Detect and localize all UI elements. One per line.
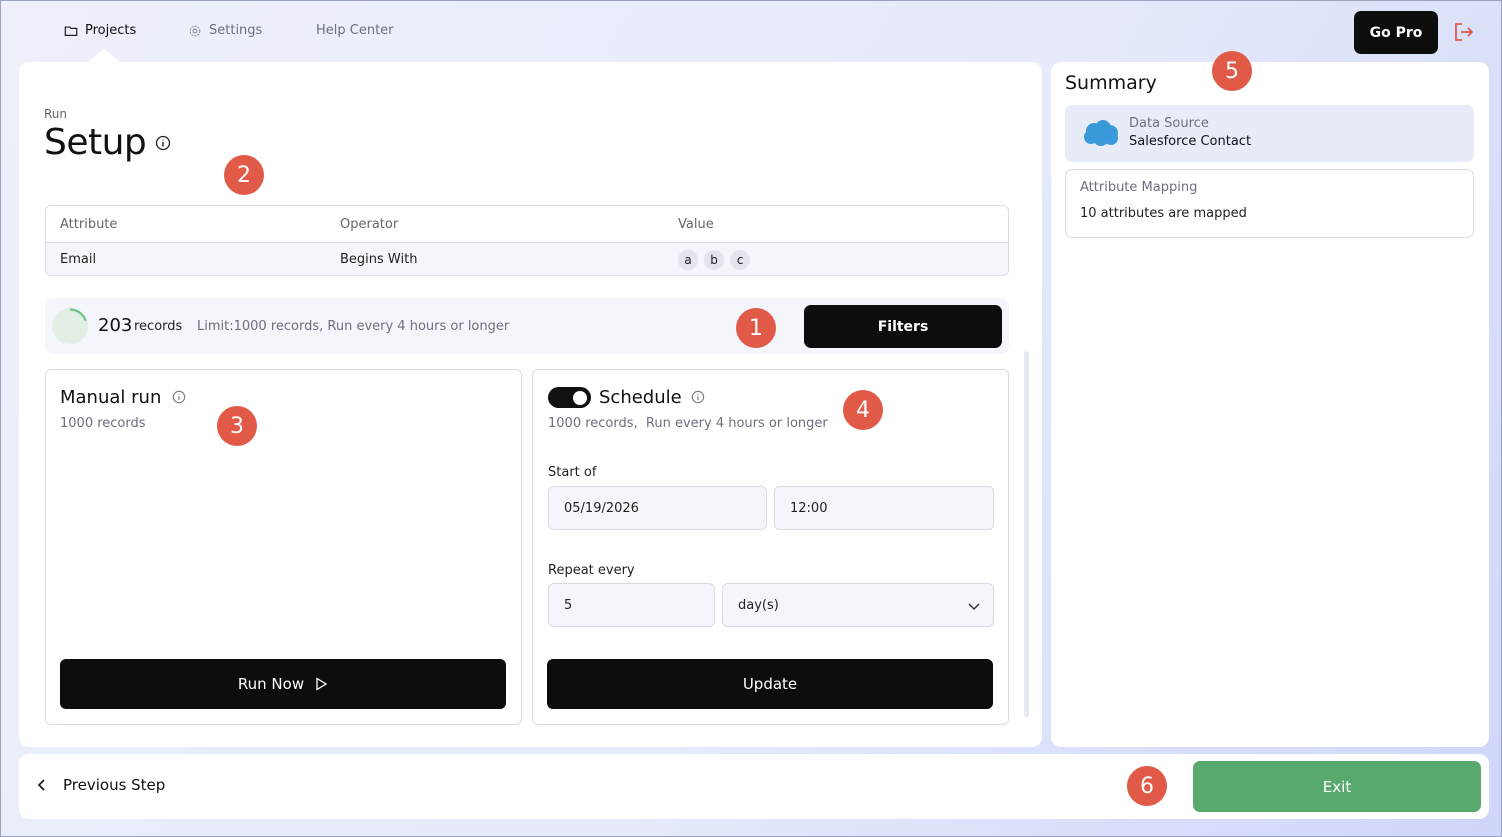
gear-icon (189, 25, 201, 36)
repeat-unit-value: day(s) (738, 597, 779, 613)
repeat-value-field[interactable]: 5 (548, 583, 715, 627)
attribute-mapping-value: 10 attributes are mapped (1080, 206, 1247, 221)
chevron-left-icon (37, 779, 45, 791)
step-badge-4: 4 (843, 390, 883, 430)
active-nav-caret (87, 49, 121, 62)
filters-button[interactable]: Filters (804, 305, 1002, 348)
nav-item-label: Settings (209, 23, 263, 38)
step-badge-2: 2 (224, 155, 264, 195)
value-cell: a b c (678, 243, 756, 275)
records-bar: 203 records Limit:1000 records, Run ever… (45, 298, 1009, 354)
previous-step-label: Previous Step (63, 776, 166, 794)
repeat-value: 5 (564, 597, 573, 613)
column-header: Attribute (60, 216, 118, 232)
info-icon[interactable] (155, 135, 171, 151)
previous-step-button[interactable]: Previous Step (35, 776, 165, 794)
nav-item-projects[interactable]: Projects (64, 23, 136, 38)
manual-run-card: Manual run 1000 records 3 Run Now (45, 369, 522, 725)
step-badge-5: 5 (1212, 51, 1252, 91)
column-header: Value (678, 216, 714, 232)
summary-title: Summary (1065, 72, 1157, 94)
start-of-label: Start of (548, 465, 597, 480)
start-time-value: 12:00 (790, 500, 828, 516)
update-button[interactable]: Update (547, 659, 993, 709)
page-title: Setup (44, 122, 147, 163)
logout-icon[interactable] (1453, 21, 1475, 43)
records-count: 203 (98, 315, 133, 336)
folder-icon (64, 25, 78, 36)
attribute-mapping-label: Attribute Mapping (1080, 180, 1198, 195)
step-badge-6: 6 (1127, 766, 1167, 806)
column-header: Operator (340, 216, 399, 232)
start-time-field[interactable]: 12:00 (774, 486, 994, 530)
info-icon[interactable] (691, 390, 705, 404)
schedule-subtitle: 1000 records, Run every 4 hours or longe… (548, 416, 828, 431)
info-icon[interactable] (172, 390, 186, 404)
summary-panel: Summary 5 Data Source Salesforce Contact… (1051, 51, 1489, 747)
attribute-cell: Email (60, 252, 97, 267)
attribute-mapping-box[interactable]: Attribute Mapping 10 attributes are mapp… (1065, 169, 1474, 238)
value-chip: b (704, 249, 724, 270)
schedule-toggle[interactable] (548, 387, 591, 408)
nav-item-label: Projects (85, 23, 137, 38)
data-source-label: Data Source (1129, 116, 1209, 131)
data-source-value: Salesforce Contact (1129, 134, 1252, 149)
step-badge-3: 3 (217, 406, 257, 446)
chevron-down-icon (968, 603, 980, 611)
filter-table: Attribute Operator Value Email Begins Wi… (45, 205, 1009, 276)
footer-bar: Previous Step 6 Exit (19, 754, 1489, 819)
table-header-row: Attribute Operator Value (46, 206, 1008, 243)
play-icon (316, 677, 328, 691)
manual-run-subtitle: 1000 records (60, 416, 146, 431)
value-chip: a (678, 249, 698, 270)
manual-run-title: Manual run (60, 387, 162, 408)
records-progress-ring (52, 308, 88, 344)
schedule-card: Schedule 1000 records, Run every 4 hours… (532, 369, 1009, 725)
nav-item-label: Help Center (316, 23, 394, 38)
exit-button[interactable]: Exit (1193, 761, 1481, 812)
schedule-title: Schedule (599, 387, 682, 408)
scrollbar[interactable] (1024, 351, 1029, 717)
salesforce-cloud-icon (1084, 120, 1118, 146)
value-chip: c (730, 249, 750, 270)
start-date-field[interactable]: 05/19/2026 (548, 486, 767, 530)
records-limit-text: Limit:1000 records, Run every 4 hours or… (197, 319, 510, 334)
start-date-value: 05/19/2026 (564, 500, 639, 516)
nav-item-help-center[interactable]: Help Center (316, 23, 394, 38)
top-nav: Projects Settings Help Center Go Pro (1, 1, 1501, 62)
main-panel: Run Setup 2 Attribute Operator Value Ema… (19, 62, 1042, 747)
table-row[interactable]: Email Begins With a b c (46, 243, 1008, 275)
nav-item-settings[interactable]: Settings (188, 23, 262, 38)
operator-cell: Begins With (340, 252, 418, 267)
run-now-label: Run Now (237, 675, 305, 693)
step-badge-1: 1 (736, 308, 776, 348)
run-now-button[interactable]: Run Now (60, 659, 506, 709)
records-unit: records (134, 319, 183, 334)
go-pro-button[interactable]: Go Pro (1354, 11, 1438, 54)
data-source-box: Data Source Salesforce Contact (1065, 105, 1474, 162)
repeat-unit-select[interactable]: day(s) (722, 583, 994, 627)
breadcrumb: Run (44, 107, 68, 121)
repeat-every-label: Repeat every (548, 563, 635, 578)
